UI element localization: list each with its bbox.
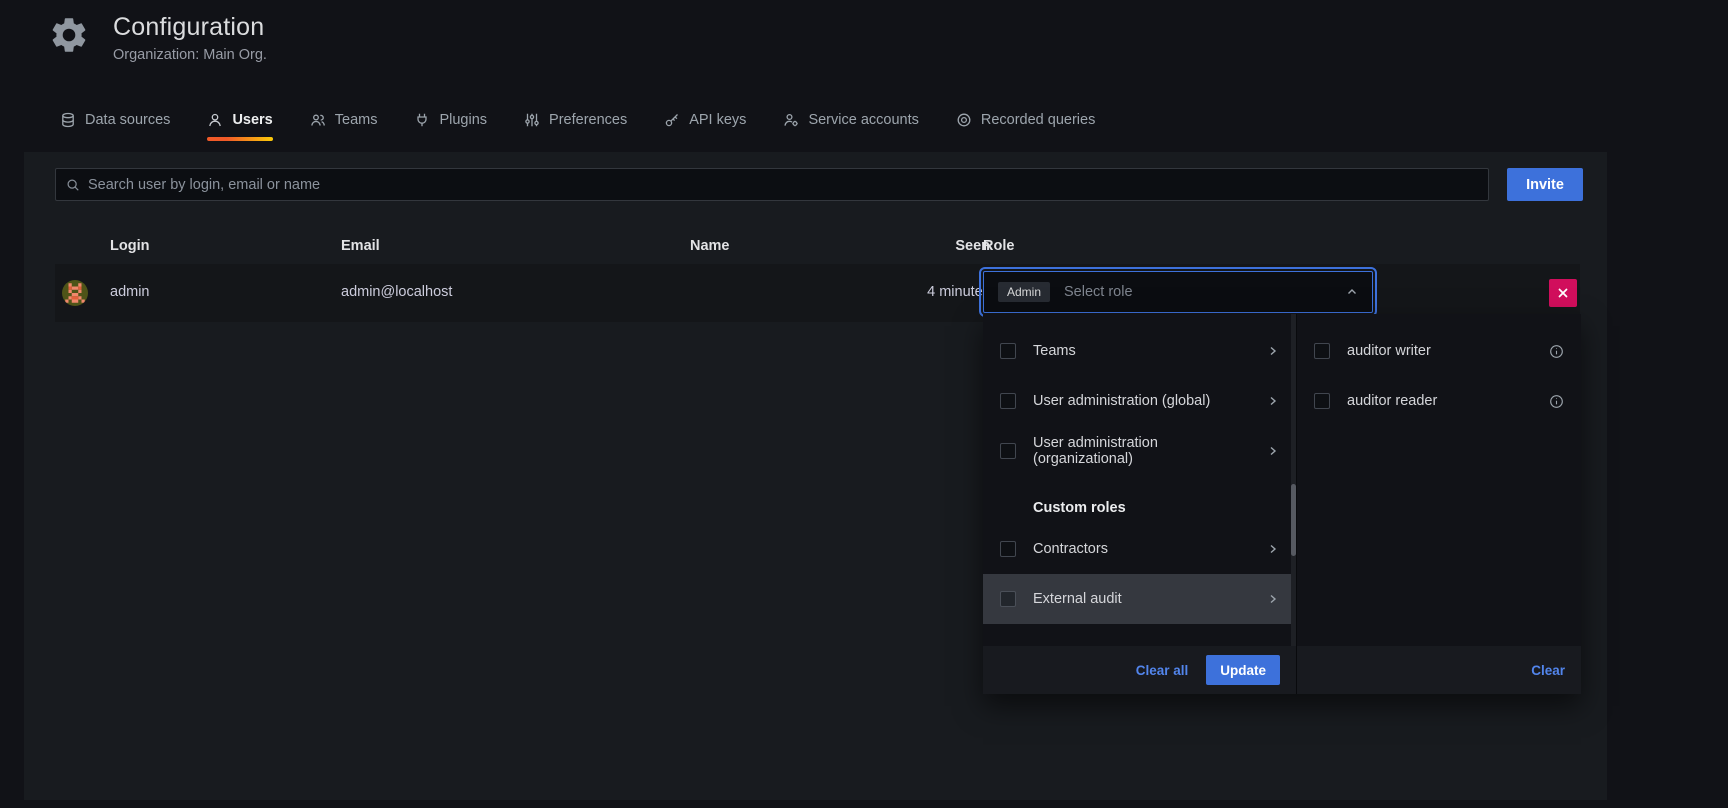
service-account-icon: [783, 112, 799, 128]
column-header-email: Email: [341, 238, 380, 254]
avatar: [62, 280, 88, 306]
sliders-icon: [524, 112, 540, 128]
role-group-label: External audit: [1033, 591, 1250, 607]
role-group-label: User administration (global): [1033, 393, 1250, 409]
checkbox-user-admin-org[interactable]: [1000, 443, 1016, 459]
tab-label: Plugins: [439, 112, 487, 128]
chevron-up-icon: [1346, 286, 1358, 298]
user-search: [55, 168, 1489, 201]
column-header-seen: Seen: [898, 238, 990, 254]
tab-label: Preferences: [549, 112, 627, 128]
role-item-label: auditor writer: [1347, 343, 1532, 359]
role-item-auditor-reader[interactable]: auditor reader: [1297, 376, 1581, 426]
role-group-label: Teams: [1033, 343, 1250, 359]
record-circle-icon: [956, 112, 972, 128]
tab-users[interactable]: Users: [207, 106, 272, 134]
angle-right-icon: [1267, 593, 1279, 605]
submenu-footer: Clear: [1297, 646, 1581, 694]
search-input[interactable]: [88, 177, 1478, 193]
clear-button[interactable]: Clear: [1531, 663, 1565, 678]
user-icon: [207, 112, 223, 128]
role-picker-submenu: auditor writer auditor reader Clear: [1296, 314, 1581, 694]
tab-label: Recorded queries: [981, 112, 1095, 128]
role-select-placeholder: Select role: [1064, 284, 1332, 300]
role-group-external-audit[interactable]: External audit: [983, 574, 1296, 624]
tab-label: API keys: [689, 112, 746, 128]
role-item-auditor-writer[interactable]: auditor writer: [1297, 326, 1581, 376]
angle-right-icon: [1267, 543, 1279, 555]
page-title-block: Configuration Organization: Main Org.: [113, 13, 267, 63]
invite-button[interactable]: Invite: [1507, 168, 1583, 201]
angle-right-icon: [1267, 395, 1279, 407]
clear-all-button[interactable]: Clear all: [1136, 663, 1189, 678]
checkbox-teams[interactable]: [1000, 343, 1016, 359]
role-group-user-admin-org[interactable]: User administration (organizational): [983, 426, 1296, 476]
tab-preferences[interactable]: Preferences: [524, 106, 627, 134]
checkbox-contractors[interactable]: [1000, 541, 1016, 557]
role-picker-footer: Clear all Update: [983, 646, 1296, 694]
close-icon: [1557, 287, 1569, 299]
role-group-user-admin-global[interactable]: User administration (global): [983, 376, 1296, 426]
checkbox-auditor-writer[interactable]: [1314, 343, 1330, 359]
column-header-login: Login: [110, 238, 149, 254]
gear-icon: [48, 14, 90, 56]
user-seen: 4 minutes: [898, 284, 990, 300]
tab-label: Service accounts: [808, 112, 918, 128]
grafana-org-config-page: { "page": { "title": "Configuration", "s…: [0, 0, 1728, 808]
page-header: Configuration Organization: Main Org.: [48, 13, 267, 63]
role-badge-admin: Admin: [998, 282, 1050, 302]
page-subtitle: Organization: Main Org.: [113, 47, 267, 63]
angle-right-icon: [1267, 345, 1279, 357]
team-icon: [310, 112, 326, 128]
update-button[interactable]: Update: [1206, 655, 1280, 685]
role-group-teams[interactable]: Teams: [983, 326, 1296, 376]
role-select[interactable]: Admin Select role: [983, 271, 1373, 313]
tab-label: Teams: [335, 112, 378, 128]
role-group-label: User administration (organizational): [1033, 435, 1250, 467]
checkbox-user-admin-global[interactable]: [1000, 393, 1016, 409]
page-title: Configuration: [113, 13, 267, 42]
plug-icon: [414, 112, 430, 128]
checkbox-auditor-reader[interactable]: [1314, 393, 1330, 409]
column-header-name: Name: [690, 238, 730, 254]
custom-roles-header: Custom roles: [983, 492, 1296, 524]
info-circle-icon[interactable]: [1549, 344, 1564, 359]
tab-teams[interactable]: Teams: [310, 106, 378, 134]
tab-plugins[interactable]: Plugins: [414, 106, 487, 134]
tab-service-accounts[interactable]: Service accounts: [783, 106, 918, 134]
role-picker-menu: Teams User administration (global) User …: [983, 314, 1296, 694]
users-table-header: Login Email Name Seen Role: [24, 232, 1607, 264]
angle-right-icon: [1267, 445, 1279, 457]
tab-recorded-queries[interactable]: Recorded queries: [956, 106, 1095, 134]
role-picker-dropdown: Teams User administration (global) User …: [983, 314, 1581, 694]
role-group-contractors[interactable]: Contractors: [983, 524, 1296, 574]
column-header-role: Role: [983, 238, 1014, 254]
key-icon: [664, 112, 680, 128]
info-circle-icon[interactable]: [1549, 394, 1564, 409]
role-group-label: Contractors: [1033, 541, 1250, 557]
database-icon: [60, 112, 76, 128]
user-login: admin: [110, 284, 150, 300]
delete-user-button[interactable]: [1549, 279, 1577, 307]
tab-label: Users: [232, 112, 272, 128]
search-icon: [66, 178, 80, 192]
tab-api-keys[interactable]: API keys: [664, 106, 746, 134]
role-item-label: auditor reader: [1347, 393, 1532, 409]
tab-label: Data sources: [85, 112, 170, 128]
checkbox-external-audit[interactable]: [1000, 591, 1016, 607]
user-email: admin@localhost: [341, 284, 452, 300]
config-tabbar: Data sources Users Teams Plugins Prefere…: [60, 106, 1095, 134]
tab-data-sources[interactable]: Data sources: [60, 106, 170, 134]
